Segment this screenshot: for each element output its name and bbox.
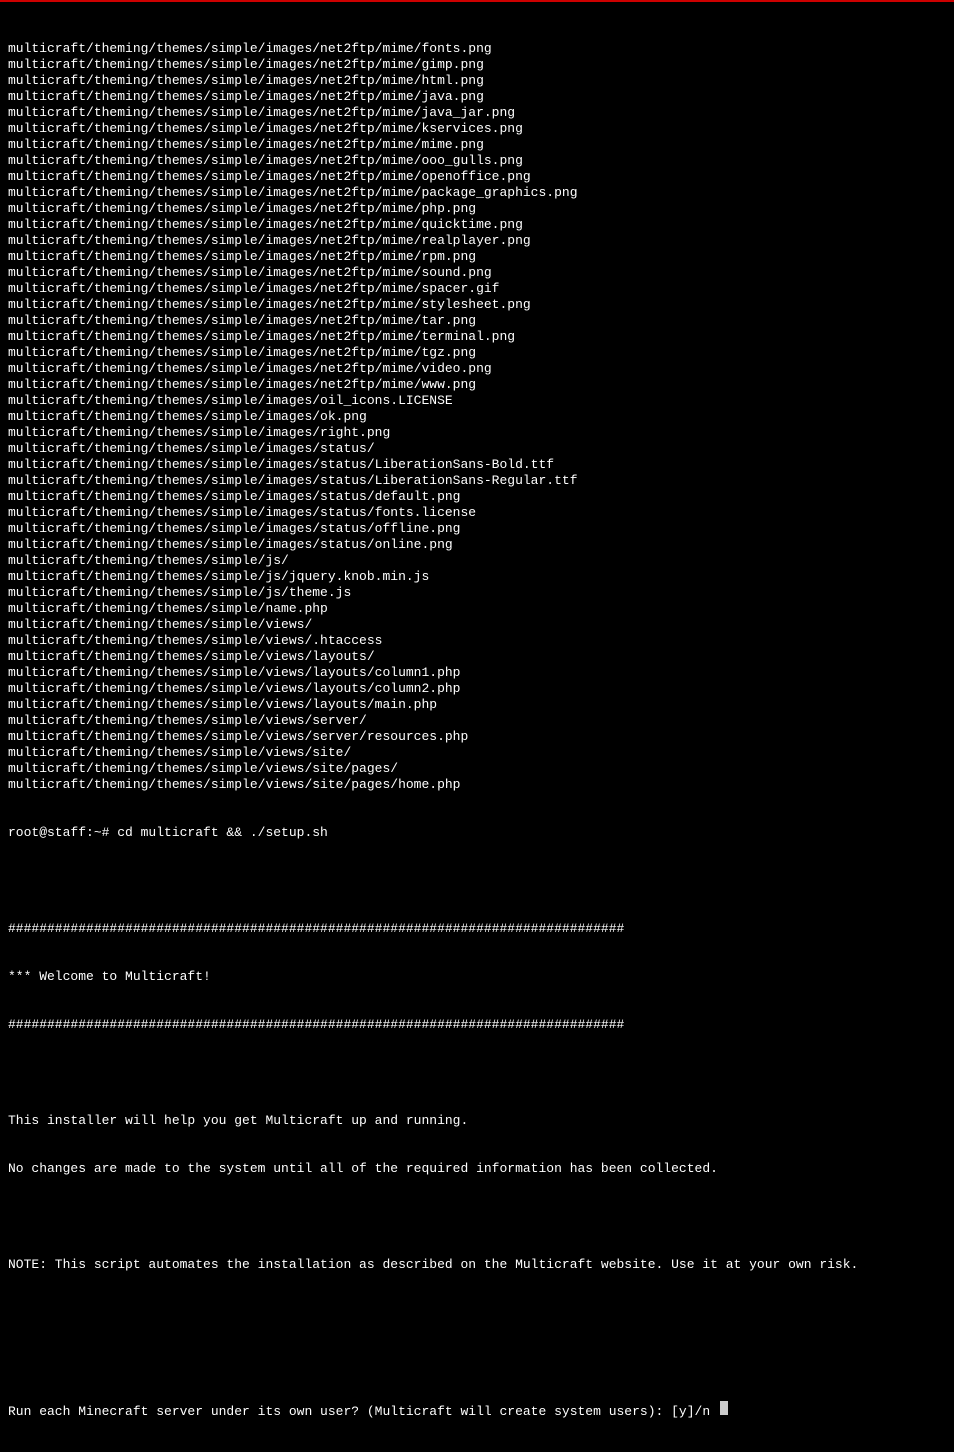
welcome-line: *** Welcome to Multicraft!	[8, 969, 946, 985]
file-path-line: multicraft/theming/themes/simple/images/…	[8, 89, 946, 105]
file-path-line: multicraft/theming/themes/simple/views/l…	[8, 697, 946, 713]
file-path-line: multicraft/theming/themes/simple/images/…	[8, 409, 946, 425]
file-path-line: multicraft/theming/themes/simple/images/…	[8, 41, 946, 57]
file-path-line: multicraft/theming/themes/simple/images/…	[8, 345, 946, 361]
divider-line: ########################################…	[8, 1017, 946, 1033]
file-path-line: multicraft/theming/themes/simple/name.ph…	[8, 601, 946, 617]
file-path-line: multicraft/theming/themes/simple/views/s…	[8, 745, 946, 761]
file-listing-block: multicraft/theming/themes/simple/images/…	[8, 41, 946, 793]
file-path-line: multicraft/theming/themes/simple/images/…	[8, 233, 946, 249]
file-path-line: multicraft/theming/themes/simple/images/…	[8, 377, 946, 393]
divider-line: ########################################…	[8, 921, 946, 937]
shell-prompt-line: root@staff:~# cd multicraft && ./setup.s…	[8, 825, 946, 841]
file-path-line: multicraft/theming/themes/simple/views/s…	[8, 761, 946, 777]
terminal-window: multicraft/theming/themes/simple/images/…	[0, 0, 954, 979]
file-path-line: multicraft/theming/themes/simple/images/…	[8, 105, 946, 121]
file-path-line: multicraft/theming/themes/simple/js/jque…	[8, 569, 946, 585]
file-path-line: multicraft/theming/themes/simple/images/…	[8, 441, 946, 457]
file-path-line: multicraft/theming/themes/simple/images/…	[8, 297, 946, 313]
file-path-line: multicraft/theming/themes/simple/images/…	[8, 425, 946, 441]
blank-line	[8, 1065, 946, 1081]
file-path-line: multicraft/theming/themes/simple/images/…	[8, 505, 946, 521]
file-path-line: multicraft/theming/themes/simple/views/s…	[8, 713, 946, 729]
file-path-line: multicraft/theming/themes/simple/views/l…	[8, 665, 946, 681]
file-path-line: multicraft/theming/themes/simple/views/s…	[8, 729, 946, 745]
file-path-line: multicraft/theming/themes/simple/images/…	[8, 73, 946, 89]
blank-line	[8, 1353, 946, 1369]
file-path-line: multicraft/theming/themes/simple/images/…	[8, 281, 946, 297]
file-path-line: multicraft/theming/themes/simple/images/…	[8, 489, 946, 505]
file-path-line: multicraft/theming/themes/simple/images/…	[8, 265, 946, 281]
file-path-line: multicraft/theming/themes/simple/images/…	[8, 185, 946, 201]
file-path-line: multicraft/theming/themes/simple/images/…	[8, 153, 946, 169]
file-path-line: multicraft/theming/themes/simple/images/…	[8, 249, 946, 265]
file-path-line: multicraft/theming/themes/simple/images/…	[8, 329, 946, 345]
file-path-line: multicraft/theming/themes/simple/images/…	[8, 473, 946, 489]
file-path-line: multicraft/theming/themes/simple/images/…	[8, 217, 946, 233]
file-path-line: multicraft/theming/themes/simple/images/…	[8, 521, 946, 537]
installer-question-line[interactable]: Run each Minecraft server under its own …	[8, 1401, 946, 1420]
file-path-line: multicraft/theming/themes/simple/views/	[8, 617, 946, 633]
file-path-line: multicraft/theming/themes/simple/views/l…	[8, 649, 946, 665]
file-path-line: multicraft/theming/themes/simple/images/…	[8, 57, 946, 73]
file-path-line: multicraft/theming/themes/simple/images/…	[8, 137, 946, 153]
installer-question-text: Run each Minecraft server under its own …	[8, 1404, 718, 1420]
file-path-line: multicraft/theming/themes/simple/images/…	[8, 457, 946, 473]
file-path-line: multicraft/theming/themes/simple/images/…	[8, 393, 946, 409]
scrollbar[interactable]	[949, 2, 954, 979]
blank-line	[8, 1305, 946, 1321]
cursor-icon	[720, 1401, 728, 1415]
file-path-line: multicraft/theming/themes/simple/js/them…	[8, 585, 946, 601]
file-path-line: multicraft/theming/themes/simple/images/…	[8, 537, 946, 553]
installer-help-line: No changes are made to the system until …	[8, 1161, 946, 1177]
installer-note-line: NOTE: This script automates the installa…	[8, 1257, 946, 1273]
file-path-line: multicraft/theming/themes/simple/images/…	[8, 313, 946, 329]
file-path-line: multicraft/theming/themes/simple/js/	[8, 553, 946, 569]
file-path-line: multicraft/theming/themes/simple/views/.…	[8, 633, 946, 649]
terminal-output[interactable]: multicraft/theming/themes/simple/images/…	[8, 9, 946, 1452]
file-path-line: multicraft/theming/themes/simple/images/…	[8, 201, 946, 217]
file-path-line: multicraft/theming/themes/simple/images/…	[8, 169, 946, 185]
blank-line	[8, 1209, 946, 1225]
installer-help-line: This installer will help you get Multicr…	[8, 1113, 946, 1129]
file-path-line: multicraft/theming/themes/simple/views/s…	[8, 777, 946, 793]
file-path-line: multicraft/theming/themes/simple/images/…	[8, 361, 946, 377]
blank-line	[8, 873, 946, 889]
file-path-line: multicraft/theming/themes/simple/images/…	[8, 121, 946, 137]
file-path-line: multicraft/theming/themes/simple/views/l…	[8, 681, 946, 697]
